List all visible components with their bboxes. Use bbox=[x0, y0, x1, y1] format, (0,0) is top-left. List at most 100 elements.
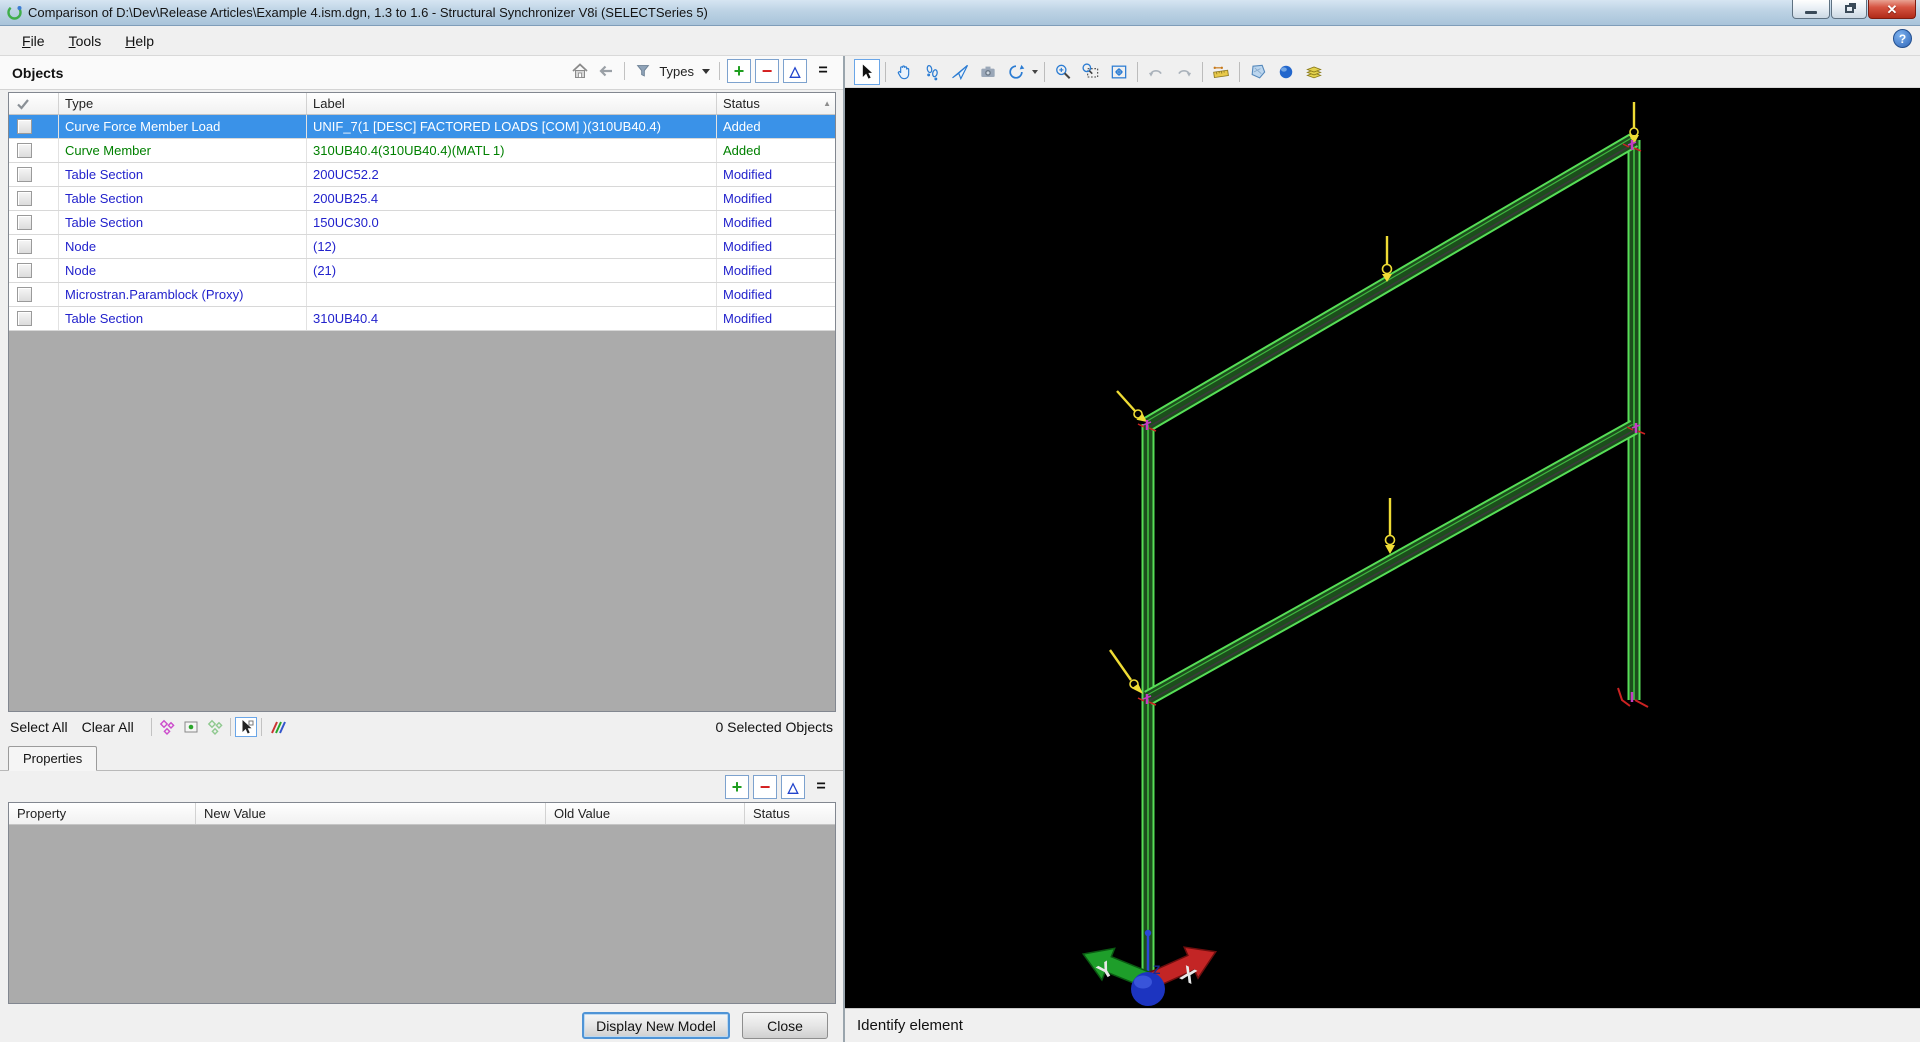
menu-file[interactable]: File bbox=[10, 30, 57, 52]
props-header-old-value[interactable]: Old Value bbox=[546, 803, 745, 824]
row-label: 310UB40.4 bbox=[307, 307, 717, 330]
table-row[interactable]: Table Section 200UC52.2 Modified bbox=[9, 163, 835, 187]
table-row[interactable]: Node (21) Modified bbox=[9, 259, 835, 283]
properties-table: Property New Value Old Value Status bbox=[8, 802, 836, 1004]
zoom-in-out-icon[interactable] bbox=[1050, 59, 1076, 85]
model-viewport[interactable]: Y X Z bbox=[845, 88, 1920, 1008]
rotate-dropdown-caret-icon[interactable] bbox=[1032, 70, 1038, 74]
structure-model: Y X Z bbox=[845, 88, 1920, 1008]
types-dropdown-label[interactable]: Types bbox=[659, 64, 694, 79]
pan-hand-icon[interactable] bbox=[891, 59, 917, 85]
row-checkbox[interactable] bbox=[17, 119, 32, 134]
header-check-all[interactable] bbox=[9, 93, 59, 114]
menu-tools[interactable]: Tools bbox=[57, 30, 114, 52]
row-checkbox[interactable] bbox=[17, 191, 32, 206]
fly-icon[interactable] bbox=[947, 59, 973, 85]
clip-volume-icon[interactable] bbox=[1245, 59, 1271, 85]
measure-icon[interactable] bbox=[1208, 59, 1234, 85]
back-arrow-icon[interactable] bbox=[595, 60, 617, 82]
row-type: Microstran.Paramblock (Proxy) bbox=[59, 283, 307, 306]
properties-toolbar: + − △ = bbox=[0, 774, 843, 800]
fence-clear-icon[interactable] bbox=[204, 717, 226, 737]
objects-panel: Objects Types + − △ = bbox=[0, 56, 843, 1042]
filter-modified-button[interactable]: △ bbox=[783, 59, 807, 83]
row-status: Modified bbox=[717, 259, 835, 282]
rotate-view-icon[interactable] bbox=[1003, 59, 1029, 85]
isolate-selection-icon[interactable] bbox=[180, 717, 202, 737]
camera-icon[interactable] bbox=[975, 59, 1001, 85]
table-row[interactable]: Microstran.Paramblock (Proxy) Modified bbox=[9, 283, 835, 307]
select-all-button[interactable]: Select All bbox=[10, 719, 68, 735]
row-checkbox[interactable] bbox=[17, 167, 32, 182]
home-icon[interactable] bbox=[569, 60, 591, 82]
fit-view-icon[interactable] bbox=[1106, 59, 1132, 85]
window-title: Comparison of D:\Dev\Release Articles\Ex… bbox=[28, 5, 708, 20]
header-label[interactable]: Label bbox=[307, 93, 717, 114]
app-logo-icon bbox=[6, 4, 23, 21]
fence-select-icon[interactable] bbox=[156, 717, 178, 737]
table-row[interactable]: Curve Member 310UB40.4(310UB40.4)(MATL 1… bbox=[9, 139, 835, 163]
row-checkbox[interactable] bbox=[17, 215, 32, 230]
minimize-icon bbox=[1805, 11, 1817, 14]
previous-view-icon[interactable] bbox=[1143, 59, 1169, 85]
display-new-model-button[interactable]: Display New Model bbox=[582, 1012, 730, 1039]
menubar: FileToolsHelp ? bbox=[0, 26, 1920, 56]
minimize-button[interactable] bbox=[1792, 0, 1830, 19]
help-icon[interactable]: ? bbox=[1893, 29, 1912, 48]
row-checkbox[interactable] bbox=[17, 263, 32, 278]
node-markers bbox=[1138, 140, 1648, 707]
objects-panel-title: Objects bbox=[12, 65, 63, 81]
top-beam bbox=[1145, 134, 1638, 430]
menu-help[interactable]: Help bbox=[113, 30, 166, 52]
pointer-select-mode-icon[interactable] bbox=[235, 717, 257, 737]
row-checkbox[interactable] bbox=[17, 143, 32, 158]
row-checkbox[interactable] bbox=[17, 239, 32, 254]
table-row[interactable]: Table Section 200UB25.4 Modified bbox=[9, 187, 835, 211]
row-status: Modified bbox=[717, 187, 835, 210]
props-header-status[interactable]: Status bbox=[745, 803, 835, 824]
window-area-icon[interactable] bbox=[1078, 59, 1104, 85]
status-message: Identify element bbox=[857, 1017, 963, 1034]
table-row[interactable]: Table Section 150UC30.0 Modified bbox=[9, 211, 835, 235]
row-label bbox=[307, 283, 717, 306]
next-view-icon[interactable] bbox=[1171, 59, 1197, 85]
row-checkbox[interactable] bbox=[17, 287, 32, 302]
model-view-panel: Y X Z Identify element bbox=[845, 56, 1920, 1042]
table-row[interactable]: Table Section 310UB40.4 Modified bbox=[9, 307, 835, 331]
properties-table-header: Property New Value Old Value Status bbox=[9, 803, 835, 825]
selected-count: 0 Selected Objects bbox=[715, 719, 833, 735]
header-type[interactable]: Type bbox=[59, 93, 307, 114]
clear-all-button[interactable]: Clear All bbox=[82, 719, 134, 735]
close-dialog-button[interactable]: Close bbox=[742, 1012, 828, 1039]
walk-icon[interactable] bbox=[919, 59, 945, 85]
table-row[interactable]: Curve Force Member Load UNIF_7(1 [DESC] … bbox=[9, 115, 835, 139]
row-type: Node bbox=[59, 259, 307, 282]
props-filter-modified-button[interactable]: △ bbox=[781, 775, 805, 799]
types-caret-icon[interactable] bbox=[702, 69, 710, 74]
z-axis-label: Z bbox=[1153, 963, 1160, 977]
filter-funnel-icon[interactable] bbox=[632, 60, 654, 82]
close-button[interactable]: ✕ bbox=[1868, 0, 1916, 19]
header-status[interactable]: Status ▲ bbox=[717, 93, 835, 114]
layers-icon[interactable] bbox=[1301, 59, 1327, 85]
tab-properties[interactable]: Properties bbox=[8, 746, 97, 771]
row-status: Modified bbox=[717, 211, 835, 234]
props-header-property[interactable]: Property bbox=[9, 803, 196, 824]
filter-unchanged-button[interactable]: = bbox=[811, 59, 835, 83]
filter-added-button[interactable]: + bbox=[727, 59, 751, 83]
table-row[interactable]: Node (12) Modified bbox=[9, 235, 835, 259]
row-checkbox[interactable] bbox=[17, 311, 32, 326]
row-status: Added bbox=[717, 139, 835, 162]
filter-removed-button[interactable]: − bbox=[755, 59, 779, 83]
props-filter-unchanged-button[interactable]: = bbox=[809, 775, 833, 799]
props-filter-added-button[interactable]: + bbox=[725, 775, 749, 799]
row-status: Added bbox=[717, 115, 835, 138]
change-marks-icon[interactable] bbox=[266, 717, 288, 737]
row-label: 200UC52.2 bbox=[307, 163, 717, 186]
close-icon: ✕ bbox=[1887, 3, 1898, 16]
props-header-new-value[interactable]: New Value bbox=[196, 803, 546, 824]
render-mode-icon[interactable] bbox=[1273, 59, 1299, 85]
restore-button[interactable] bbox=[1831, 0, 1867, 19]
element-selection-icon[interactable] bbox=[854, 59, 880, 85]
props-filter-removed-button[interactable]: − bbox=[753, 775, 777, 799]
